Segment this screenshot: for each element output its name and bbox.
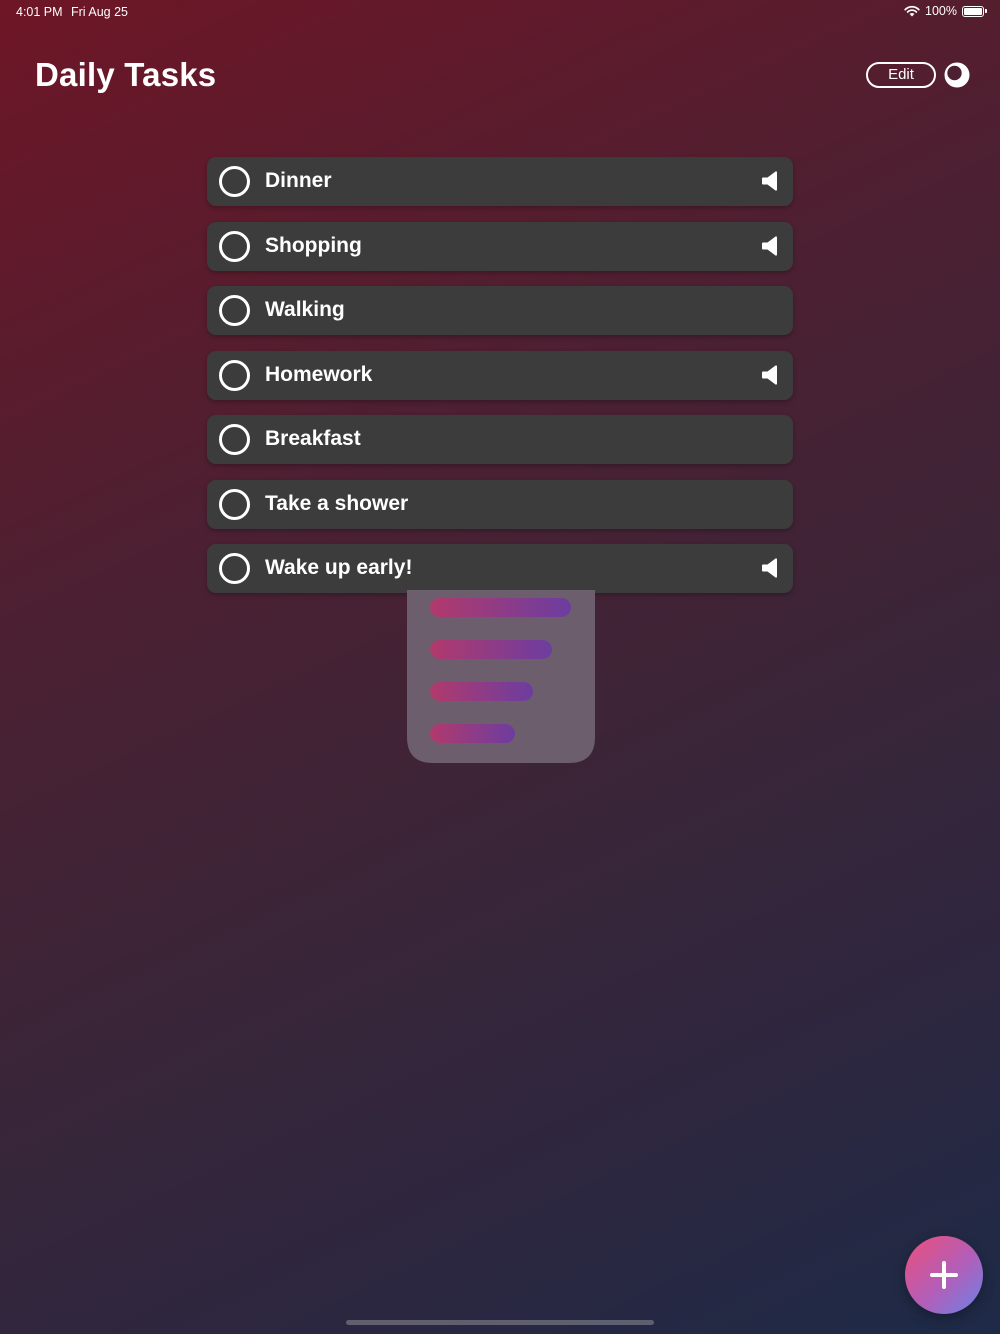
edit-button[interactable]: Edit (866, 62, 936, 88)
task-label: Homework (265, 362, 373, 386)
status-time: 4:01 PM (16, 5, 63, 19)
task-label: Shopping (265, 233, 362, 257)
task-checkbox[interactable] (219, 424, 250, 455)
task-label: Wake up early! (265, 556, 413, 579)
status-bar: 4:01 PM Fri Aug 25 100% (0, 0, 1000, 24)
task-row[interactable]: Breakfast (207, 415, 793, 464)
task-list: Dinner Shopping Walking Homework Breakfast Ta… (207, 157, 793, 609)
status-right: 100% (904, 4, 987, 18)
status-date: Fri Aug 25 (71, 5, 128, 19)
task-checkbox[interactable] (219, 488, 250, 520)
task-row[interactable]: Dinner (207, 157, 793, 206)
moon-icon[interactable] (944, 62, 970, 88)
battery-percent: 100% (925, 4, 957, 18)
plus-icon (930, 1261, 958, 1289)
battery-icon (962, 5, 987, 17)
speaker-icon[interactable] (762, 171, 779, 191)
task-label: Dinner (265, 169, 332, 192)
task-checkbox[interactable] (219, 295, 250, 326)
add-task-button[interactable] (905, 1236, 983, 1314)
task-checkbox[interactable] (219, 166, 250, 197)
page-title: Daily Tasks (35, 56, 217, 93)
task-label: Walking (265, 298, 345, 321)
task-row[interactable]: Homework (207, 350, 793, 400)
task-row[interactable]: Shopping (207, 221, 793, 271)
task-checkbox[interactable] (219, 553, 250, 584)
task-checkbox[interactable] (219, 359, 250, 391)
task-row[interactable]: Take a shower (207, 479, 793, 529)
speaker-icon[interactable] (762, 558, 779, 578)
speaker-icon[interactable] (762, 235, 779, 256)
home-indicator (346, 1320, 654, 1325)
task-label: Take a shower (265, 491, 409, 515)
task-row[interactable]: Wake up early! (207, 544, 793, 593)
wifi-icon (904, 5, 920, 17)
task-row[interactable]: Walking (207, 286, 793, 335)
task-checkbox[interactable] (219, 230, 250, 262)
task-label: Breakfast (265, 427, 361, 450)
checklist-illustration-icon (407, 590, 595, 763)
battery-level (964, 7, 982, 15)
speaker-icon[interactable] (762, 364, 779, 385)
